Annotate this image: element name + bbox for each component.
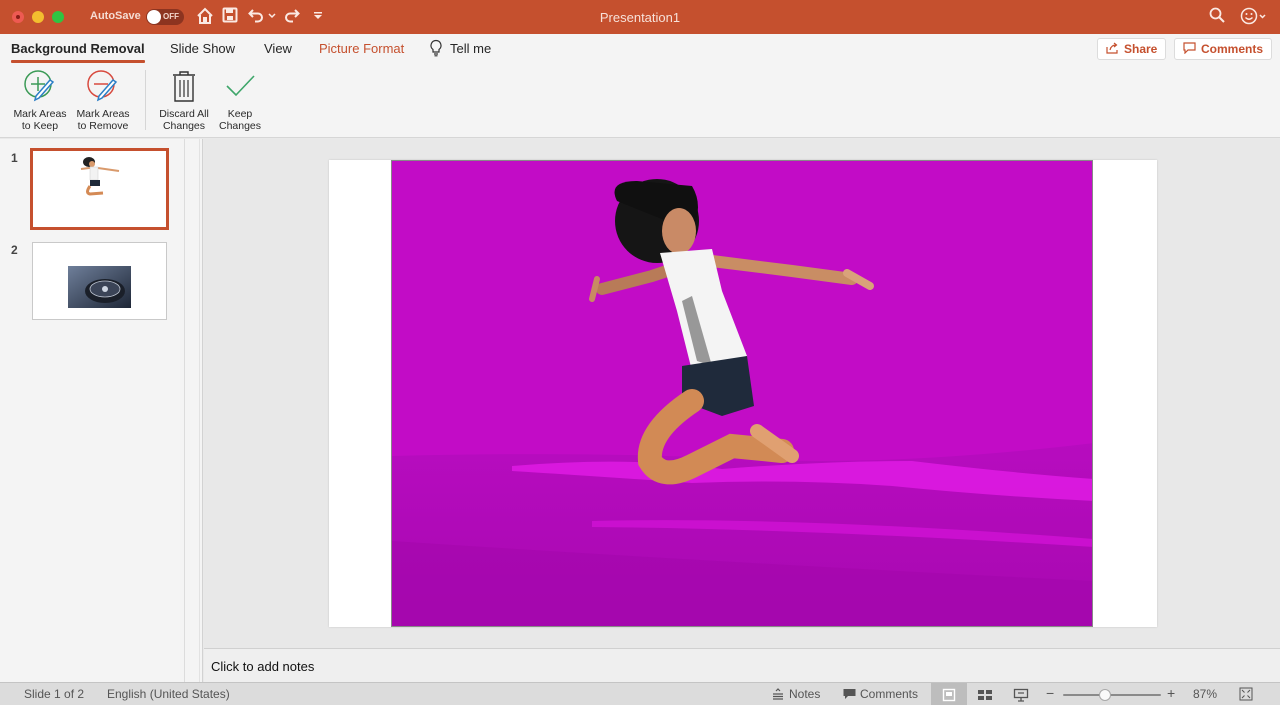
ribbon-tabs: Background Removal Slide Show View Pictu… — [0, 34, 1280, 64]
share-label: Share — [1124, 42, 1158, 56]
status-bar: Slide 1 of 2 English (United States) Not… — [0, 682, 1280, 705]
mark-areas-to-remove-button[interactable]: Mark Areas to Remove — [71, 68, 135, 132]
autosave-toggle[interactable]: OFF — [146, 9, 184, 25]
comments-icon — [843, 689, 856, 699]
undo-icon[interactable] — [248, 7, 264, 29]
zoom-percentage[interactable]: 87% — [1193, 687, 1217, 701]
discard-all-changes-button[interactable]: Discard All Changes — [152, 68, 216, 132]
comments-status-label: Comments — [860, 687, 919, 701]
slide-number: 1 — [11, 151, 18, 165]
slide-position: Slide 1 of 2 — [24, 687, 85, 701]
autosave-state: OFF — [163, 12, 179, 21]
mark-remove-line2: to Remove — [77, 120, 129, 132]
slide-sorter-view-button[interactable] — [967, 683, 1003, 705]
normal-view-icon — [942, 688, 956, 701]
zoom-out-button[interactable]: − — [1046, 685, 1054, 701]
notes-placeholder[interactable]: Click to add notes — [211, 659, 314, 674]
comments-toggle-button[interactable]: Comments — [843, 687, 918, 701]
presenter-view-icon — [1013, 688, 1029, 702]
zoom-in-button[interactable]: + — [1167, 685, 1175, 701]
slide-thumbnail-2[interactable] — [32, 242, 167, 320]
keep-line1: Keep — [227, 108, 253, 120]
maximize-window-button[interactable] — [52, 11, 64, 23]
slide-thumbnail-1[interactable] — [30, 148, 169, 230]
feedback-smiley-icon[interactable] — [1240, 7, 1268, 31]
document-title: Presentation1 — [599, 10, 681, 25]
discard-line1: Discard All — [159, 108, 209, 120]
save-icon[interactable] — [222, 7, 238, 29]
slide-number: 2 — [11, 243, 18, 257]
notes-label: Notes — [789, 687, 821, 701]
notes-toggle-button[interactable]: Notes — [771, 687, 820, 701]
thumbnail-jumping-woman — [80, 157, 120, 196]
language-indicator[interactable]: English (United States) — [107, 687, 230, 701]
notes-icon — [773, 688, 783, 700]
home-icon[interactable] — [196, 7, 214, 31]
comments-label: Comments — [1201, 42, 1264, 56]
mark-areas-to-keep-button[interactable]: Mark Areas to Keep — [8, 68, 72, 132]
search-icon[interactable] — [1209, 7, 1225, 29]
ribbon-panel: Mark Areas to Keep Mark Areas to Remove Di… — [0, 64, 1280, 138]
close-window-button[interactable] — [12, 11, 24, 23]
trash-icon — [173, 71, 195, 102]
discard-line2: Changes — [162, 120, 205, 132]
redo-icon[interactable] — [284, 7, 300, 29]
comments-button[interactable]: Comments — [1174, 38, 1273, 60]
background-removal-image[interactable] — [391, 160, 1093, 627]
customize-toolbar-icon[interactable] — [313, 7, 323, 29]
checkmark-icon — [226, 75, 255, 97]
tab-picture-format[interactable]: Picture Format — [319, 41, 404, 56]
fit-to-window-icon — [1239, 687, 1253, 701]
zoom-slider-handle[interactable] — [1098, 689, 1111, 701]
tell-me-search[interactable]: Tell me — [450, 41, 491, 56]
slide-thumbnails-pane: 1 2 — [0, 139, 185, 682]
thumbnail-compass-photo — [68, 266, 131, 308]
thumbnail-pane-splitter[interactable] — [185, 139, 203, 682]
ribbon-separator — [145, 70, 146, 130]
fit-to-window-button[interactable] — [1239, 687, 1253, 704]
keep-line2: Changes — [218, 120, 262, 132]
mark-remove-line1: Mark Areas — [76, 108, 130, 120]
mark-keep-line2: to Keep — [21, 120, 59, 132]
mark-keep-line1: Mark Areas — [13, 108, 67, 120]
notes-pane[interactable]: Click to add notes — [204, 648, 1280, 682]
title-bar: AutoSave OFF Presentation1 — [0, 0, 1280, 34]
zoom-slider[interactable] — [1063, 689, 1161, 701]
normal-view-button[interactable] — [931, 683, 967, 705]
comment-bubble-icon — [1183, 41, 1196, 57]
mark-remove-icon — [87, 70, 118, 102]
photo-jumping-woman-beach — [392, 161, 1092, 626]
share-icon — [1106, 42, 1119, 57]
keep-changes-button[interactable]: Keep Changes — [208, 68, 272, 132]
undo-dropdown-icon[interactable] — [268, 7, 276, 30]
toggle-knob — [147, 10, 161, 24]
minimize-window-button[interactable] — [32, 11, 44, 23]
slide-sorter-icon — [978, 689, 992, 700]
lightbulb-icon — [429, 39, 443, 57]
tab-slide-show[interactable]: Slide Show — [170, 41, 235, 56]
autosave-label: AutoSave — [90, 10, 141, 22]
tab-view[interactable]: View — [264, 41, 292, 56]
mark-keep-icon — [24, 70, 55, 102]
tab-background-removal[interactable]: Background Removal — [11, 41, 145, 63]
share-button[interactable]: Share — [1097, 38, 1167, 60]
presenter-view-button[interactable] — [1003, 683, 1039, 705]
